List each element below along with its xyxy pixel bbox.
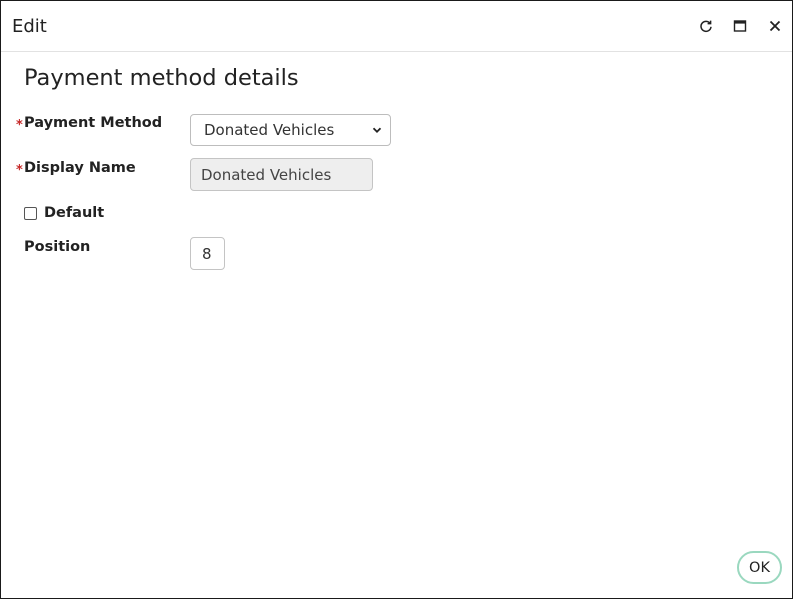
chevron-down-icon — [372, 127, 382, 133]
refresh-icon — [700, 20, 712, 33]
ok-button[interactable]: OK — [737, 551, 782, 584]
refresh-button[interactable] — [696, 16, 716, 36]
required-marker: * — [16, 163, 23, 178]
close-icon — [769, 20, 781, 32]
position-value: 8 — [202, 244, 212, 263]
close-button[interactable] — [765, 16, 785, 36]
edit-dialog: Edit Payment method details * Payment Me… — [0, 0, 793, 599]
maximize-icon — [733, 20, 747, 32]
default-checkbox[interactable] — [24, 207, 37, 220]
payment-method-label: Payment Method — [24, 115, 163, 131]
maximize-button[interactable] — [730, 16, 750, 36]
dialog-title: Edit — [12, 16, 47, 37]
display-name-field[interactable]: Donated Vehicles — [190, 158, 373, 191]
display-name-label: Display Name — [24, 160, 136, 176]
position-label: Position — [24, 239, 91, 255]
position-input[interactable]: 8 — [190, 237, 225, 270]
dialog-titlebar: Edit — [1, 1, 792, 52]
page-title: Payment method details — [24, 65, 299, 91]
default-label: Default — [44, 205, 105, 221]
payment-method-select[interactable]: Donated Vehicles — [190, 114, 391, 146]
required-marker: * — [16, 118, 23, 133]
payment-method-value: Donated Vehicles — [204, 121, 335, 139]
display-name-value: Donated Vehicles — [201, 165, 332, 184]
